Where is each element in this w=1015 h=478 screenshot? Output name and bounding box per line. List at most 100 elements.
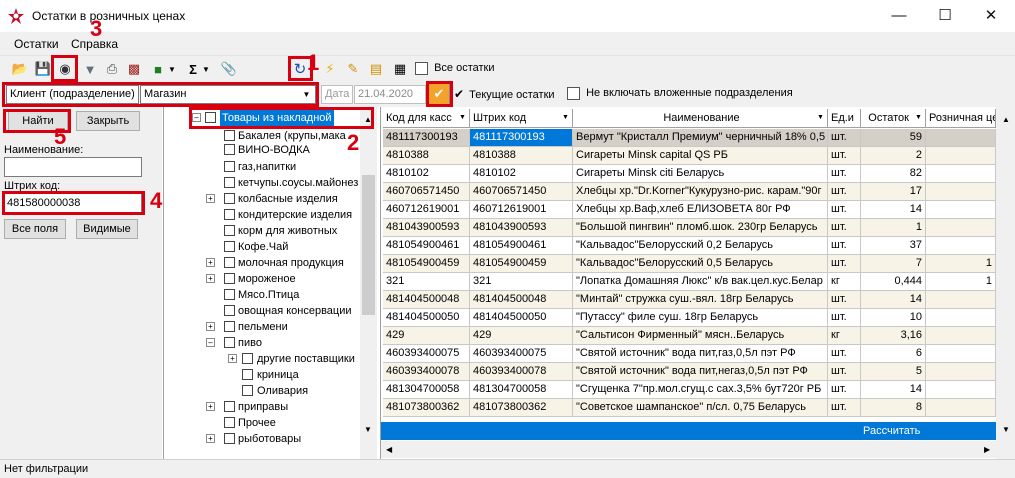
- table-row[interactable]: 481117300193 481117300193 Вермут "Кристалл…: [381, 129, 996, 147]
- expand-icon[interactable]: +: [206, 274, 215, 283]
- date-field[interactable]: 21.04.2020: [354, 85, 426, 104]
- cell-cash-code[interactable]: 460393400078: [383, 363, 470, 381]
- cell-barcode[interactable]: 460393400078: [470, 363, 573, 381]
- cell-cash-code[interactable]: 460706571450: [383, 183, 470, 201]
- column-header-barcode[interactable]: Штрих код: [470, 109, 573, 128]
- chevron-down-icon[interactable]: ▼: [200, 59, 212, 79]
- cell-cash-code[interactable]: 429: [383, 327, 470, 345]
- cell-stock[interactable]: 6: [861, 345, 926, 363]
- cell-barcode[interactable]: 460706571450: [470, 183, 573, 201]
- table-row[interactable]: 481043900593 481043900593 "Большой пингвин…: [381, 219, 996, 237]
- all-stock-checkbox[interactable]: Все остатки: [415, 62, 494, 75]
- column-header-name[interactable]: Наименование: [573, 109, 828, 128]
- cell-price[interactable]: [926, 147, 996, 165]
- cell-name[interactable]: "Минтай" стружка суш.-вял. 18гр Беларусь: [573, 291, 828, 309]
- cell-name[interactable]: "Кальвадос"Белорусский 0,5 Беларусь: [573, 255, 828, 273]
- cell-barcode[interactable]: 460712619001: [470, 201, 573, 219]
- cell-unit[interactable]: шт.: [828, 129, 861, 147]
- cell-cash-code[interactable]: 460393400075: [383, 345, 470, 363]
- tree-checkbox[interactable]: [224, 144, 235, 155]
- cell-price[interactable]: [926, 291, 996, 309]
- close-button[interactable]: ✕: [968, 0, 1014, 32]
- table-row[interactable]: 481054900461 481054900461 "Кальвадос"Белор…: [381, 237, 996, 255]
- tree-scrollbar[interactable]: ▲ ▼: [360, 107, 377, 459]
- cell-barcode[interactable]: 429: [470, 327, 573, 345]
- cell-name[interactable]: Хлебцы хр."Dr.Korner"Кукурузно-рис. кара…: [573, 183, 828, 201]
- cell-name[interactable]: "Сгущенка 7"пр.мол.сгущ.с сах.3,5% бут72…: [573, 381, 828, 399]
- chevron-down-icon[interactable]: ▼: [166, 59, 178, 79]
- cell-price[interactable]: [926, 381, 996, 399]
- expand-icon[interactable]: +: [206, 402, 215, 411]
- expand-icon[interactable]: +: [206, 258, 215, 267]
- grid-vscroll[interactable]: [996, 107, 1015, 459]
- sort-arrow-icon[interactable]: ▼: [562, 114, 569, 121]
- cell-stock[interactable]: 14: [861, 381, 926, 399]
- tree-checkbox[interactable]: [224, 257, 235, 268]
- cell-stock[interactable]: 2: [861, 147, 926, 165]
- lightning-icon[interactable]: ⚡: [320, 59, 340, 79]
- table-row[interactable]: 321 321 "Лопатка Домашняя Люкс" к/в вак.це…: [381, 273, 996, 291]
- minimize-button[interactable]: —: [876, 0, 922, 32]
- cell-unit[interactable]: шт.: [828, 255, 861, 273]
- cell-price[interactable]: [926, 129, 996, 147]
- tree-checkbox[interactable]: [224, 241, 235, 252]
- hscroll[interactable]: [381, 441, 996, 458]
- sort-arrow-icon[interactable]: ▼: [459, 114, 466, 121]
- print-icon[interactable]: ⎙: [102, 59, 122, 79]
- tree-checkbox[interactable]: [242, 385, 253, 396]
- calculate-button[interactable]: Рассчитать: [863, 423, 920, 440]
- cell-stock[interactable]: 8: [861, 399, 926, 417]
- table-row[interactable]: 460393400078 460393400078 "Святой источник…: [381, 363, 996, 381]
- cell-price[interactable]: [926, 399, 996, 417]
- cell-stock[interactable]: 10: [861, 309, 926, 327]
- menu-item-ostatki[interactable]: Остатки: [14, 37, 59, 51]
- column-header-cash-code[interactable]: Код для касс: [383, 109, 470, 128]
- cell-unit[interactable]: шт.: [828, 201, 861, 219]
- table-row[interactable]: 481054900459 481054900459 "Кальвадос"Белор…: [381, 255, 996, 273]
- tree-checkbox[interactable]: [242, 369, 253, 380]
- name-input[interactable]: [4, 157, 142, 177]
- tree-checkbox[interactable]: [224, 401, 235, 412]
- grouping-icon[interactable]: ■: [148, 59, 168, 79]
- cell-price[interactable]: [926, 183, 996, 201]
- cell-cash-code[interactable]: 481404500048: [383, 291, 470, 309]
- expand-icon[interactable]: +: [206, 322, 215, 331]
- tree-checkbox[interactable]: [224, 130, 235, 141]
- cell-price[interactable]: [926, 237, 996, 255]
- scroll-down-icon[interactable]: ▼: [1002, 425, 1010, 434]
- save-icon[interactable]: 💾: [33, 59, 53, 79]
- cell-name[interactable]: "Святой источник" вода пит,газ,0,5л пэт …: [573, 345, 828, 363]
- tree-checkbox[interactable]: [224, 177, 235, 188]
- cell-price[interactable]: 1: [926, 255, 996, 273]
- cell-name[interactable]: Сигареты Minsk citi Беларусь: [573, 165, 828, 183]
- cell-price[interactable]: [926, 219, 996, 237]
- table-row[interactable]: 460393400075 460393400075 "Святой источник…: [381, 345, 996, 363]
- cell-unit[interactable]: шт.: [828, 309, 861, 327]
- cell-stock[interactable]: 17: [861, 183, 926, 201]
- cell-price[interactable]: [926, 309, 996, 327]
- cell-cash-code[interactable]: 481054900461: [383, 237, 470, 255]
- table-row[interactable]: 481404500050 481404500050 "Путассу" филе с…: [381, 309, 996, 327]
- column-header-retail-price[interactable]: Розничная цен: [926, 109, 996, 128]
- cell-name[interactable]: "Большой пингвин" пломб.шок. 230гр Белар…: [573, 219, 828, 237]
- sort-arrow-icon[interactable]: ▼: [915, 114, 922, 121]
- checkbox-box[interactable]: [415, 62, 428, 75]
- cell-stock[interactable]: 1: [861, 219, 926, 237]
- sort-arrow-icon[interactable]: ▼: [817, 114, 824, 121]
- table-row[interactable]: 481073800362 481073800362 "Советское шампа…: [381, 399, 996, 417]
- cell-name[interactable]: "Путассу" филе суш. 18гр Беларусь: [573, 309, 828, 327]
- table-row[interactable]: 481304700058 481304700058 "Сгущенка 7"пр.м…: [381, 381, 996, 399]
- cell-name[interactable]: "Кальвадос"Белорусский 0,2 Беларусь: [573, 237, 828, 255]
- cell-price[interactable]: [926, 165, 996, 183]
- expand-icon[interactable]: +: [228, 354, 237, 363]
- scroll-right-icon[interactable]: ▶: [984, 445, 990, 454]
- cell-unit[interactable]: кг: [828, 273, 861, 291]
- cell-stock[interactable]: 59: [861, 129, 926, 147]
- expand-icon[interactable]: +: [206, 434, 215, 443]
- tree-checkbox[interactable]: [224, 305, 235, 316]
- expand-icon[interactable]: +: [206, 194, 215, 203]
- cell-stock[interactable]: 14: [861, 201, 926, 219]
- cell-stock[interactable]: 5: [861, 363, 926, 381]
- cell-name[interactable]: Сигареты Minsk capital QS РБ: [573, 147, 828, 165]
- edit-icon[interactable]: ✎: [343, 59, 363, 79]
